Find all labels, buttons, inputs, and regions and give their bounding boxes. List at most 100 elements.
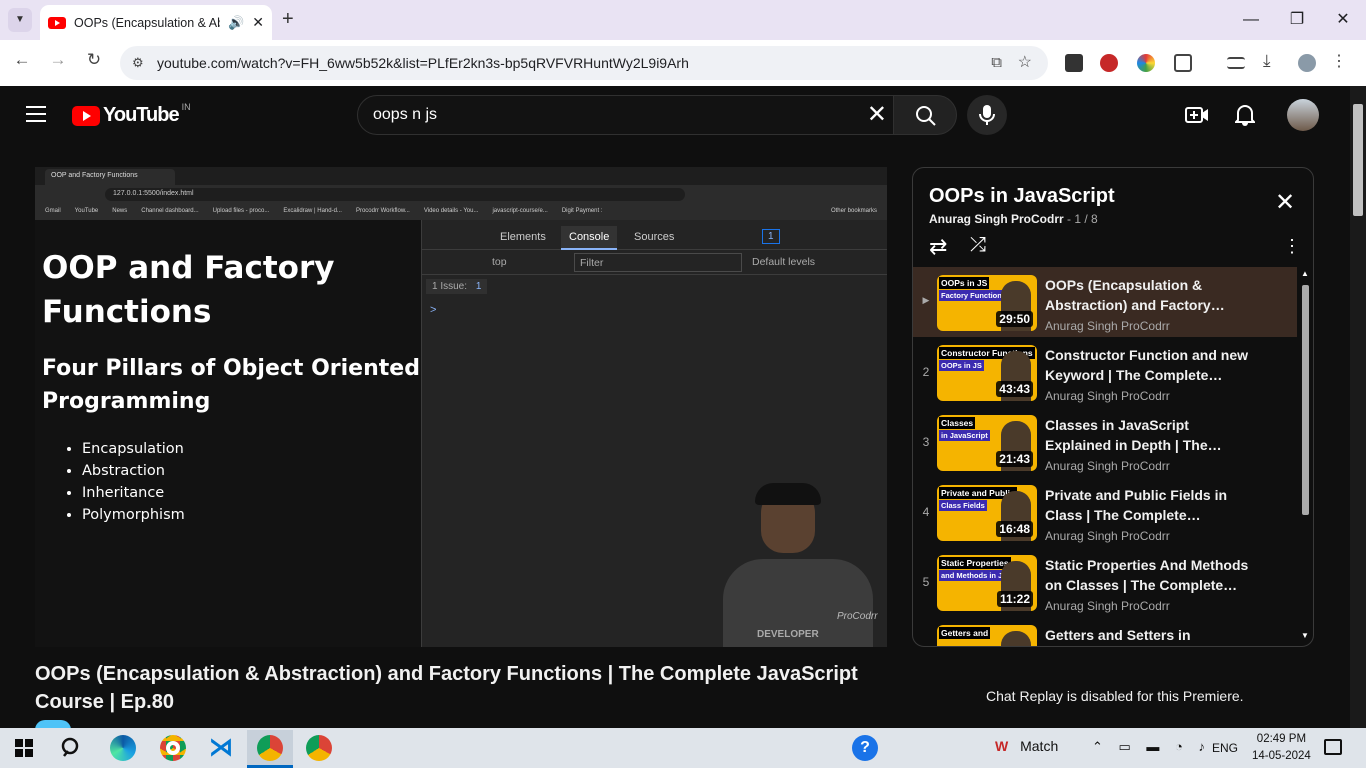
levels-select: Default levels [752, 256, 816, 268]
duration-badge: 11:22 [996, 591, 1033, 607]
new-tab-button[interactable]: + [282, 8, 294, 31]
chrome-profile-2-icon[interactable] [306, 735, 332, 761]
playlist-owner[interactable]: Anurag Singh ProCodrr [929, 212, 1064, 226]
site-info-icon[interactable]: ⚙ [132, 46, 144, 80]
voice-search-button[interactable] [967, 95, 1007, 135]
thumb-label: Classes [939, 417, 976, 429]
playlist-item-title: Classes in JavaScript Explained in Depth… [1045, 417, 1222, 453]
restore-button[interactable]: ❐ [1284, 8, 1310, 32]
forward-icon[interactable]: → [46, 50, 70, 70]
playlist-item-title: Static Properties And Methods on Classes… [1045, 557, 1249, 593]
extension-seo-icon[interactable] [1100, 54, 1118, 72]
playlist-thumbnail: OOPs in JS Factory Functions 29:50 [937, 275, 1037, 331]
taskbar-search-icon[interactable] [60, 736, 84, 760]
duration-badge: 16:48 [996, 521, 1033, 537]
help-icon[interactable]: ? [852, 735, 878, 761]
playlist-scrollbar[interactable]: ▲ ▼ [1297, 267, 1313, 645]
playlist-items: ▶ OOPs in JS Factory Functions 29:50 OOP… [913, 267, 1313, 646]
youtube-logo-text: YouTube [103, 104, 180, 126]
bookmark-star-icon[interactable]: ☆ [1018, 46, 1032, 80]
playlist-item-channel: Anurag Singh ProCodrr [1045, 529, 1170, 543]
playlist-item-5[interactable]: 5 Static Properties and Methods in JS 11… [913, 547, 1297, 617]
clear-search-icon[interactable]: ✕ [867, 96, 887, 134]
playlist-item-title: Getters and Setters in [1045, 627, 1191, 643]
media-control-icon[interactable] [1227, 57, 1245, 69]
shuffle-icon[interactable]: ⤮ [970, 234, 986, 257]
vscode-icon[interactable]: ⋊ [208, 735, 234, 761]
duration-badge: 29:50 [996, 311, 1033, 327]
bookmark: Other bookmarks [830, 208, 877, 214]
extensions-puzzle-icon[interactable] [1174, 54, 1192, 72]
thumb-sublabel: Class Fields [939, 500, 987, 511]
bookmark: Excalidraw | Hand-d... [283, 208, 342, 214]
browser-tab-active[interactable]: OOPs (Encapsulation & Abs 🔊 ✕ [40, 5, 272, 40]
devtools-tab-sources: Sources [634, 231, 675, 243]
install-icon[interactable]: ⧉ [991, 46, 1002, 80]
close-playlist-icon[interactable]: ✕ [1275, 188, 1295, 217]
video-title: OOPs (Encapsulation & Abstraction) and F… [35, 663, 858, 713]
playlist-item-title: Constructor Function and new Keyword | T… [1045, 347, 1248, 383]
youtube-logo[interactable]: YouTube IN [72, 102, 191, 127]
devtools-badge: 1 [762, 229, 780, 244]
playlist-item-3[interactable]: 3 Classes in JavaScript 21:43 Classes in… [913, 407, 1297, 477]
youtube-favicon-icon [48, 16, 66, 29]
close-window-button[interactable]: ✕ [1330, 8, 1356, 32]
inner-address-bar: 127.0.0.1:5500/index.html [35, 185, 887, 204]
devtools-tabs: Elements Console Sources 1 [422, 224, 887, 250]
thumb-sublabel: and Methods in JS [939, 570, 1010, 581]
search-input[interactable]: oops n js ✕ [357, 95, 894, 135]
playlist-menu-icon[interactable]: ⋮ [1283, 236, 1301, 257]
tab-search-button[interactable]: ▼ [8, 8, 32, 32]
loop-icon[interactable]: ⇄ [929, 234, 947, 260]
bookmark: Channel dashboard... [141, 208, 199, 214]
address-bar[interactable]: ⚙ youtube.com/watch?v=FH_6ww5b52k&list=P… [120, 46, 1048, 80]
tab-close-icon[interactable]: ✕ [252, 14, 264, 31]
speaker-icon[interactable]: 🔊 [228, 15, 244, 31]
playlist-item-4[interactable]: 4 Private and Public Class Fields 16:48 … [913, 477, 1297, 547]
devtools-tab-elements: Elements [500, 231, 546, 243]
playlist-index: 3 [922, 435, 930, 449]
playlist-thumbnail: Getters and [937, 625, 1037, 646]
account-avatar[interactable] [1287, 99, 1319, 131]
playlist-title[interactable]: OOPs in JavaScript [929, 185, 1115, 208]
video-player[interactable]: OOP and Factory Functions 127.0.0.1:5500… [35, 167, 887, 647]
clock[interactable]: 02:49 PM 14-05-2024 [1252, 731, 1311, 765]
presenter-face [1001, 631, 1031, 646]
bookmark: YouTube [74, 208, 99, 214]
create-video-icon[interactable] [1185, 106, 1209, 124]
youtube-play-icon [72, 105, 100, 126]
chrome-menu-icon[interactable]: ⋮ [1330, 51, 1348, 70]
context-select: top [492, 256, 507, 268]
reload-icon[interactable]: ↻ [82, 50, 106, 70]
playlist-item-1[interactable]: ▶ OOPs in JS Factory Functions 29:50 OOP… [913, 267, 1297, 337]
bookmark: Video details - You... [423, 208, 479, 214]
thumb-sublabel: Factory Functions [939, 290, 1009, 301]
issues-count: 1 [475, 281, 482, 292]
extension-m-icon[interactable] [1065, 54, 1083, 72]
profile-avatar[interactable] [1298, 54, 1316, 72]
edge-icon[interactable] [110, 735, 136, 761]
search-button[interactable] [893, 95, 957, 135]
presenter-shirt-text: DEVELOPER [757, 629, 819, 640]
bookmark: Digit Payment : [561, 208, 603, 214]
guide-menu-icon[interactable] [26, 106, 46, 122]
notifications-bell-icon[interactable] [1235, 104, 1255, 126]
playlist-item-2[interactable]: 2 Constructor Functions OOPs in JS 43:43… [913, 337, 1297, 407]
language-indicator[interactable]: ENG [1212, 741, 1238, 755]
back-icon[interactable]: ← [10, 50, 34, 70]
duration-badge: 21:43 [996, 451, 1033, 467]
notification-center-icon[interactable] [1324, 739, 1342, 755]
chrome-icon[interactable] [160, 735, 186, 761]
issues-bar: 1 Issue: 1 [426, 279, 488, 294]
playlist-thumbnail: Classes in JavaScript 21:43 [937, 415, 1037, 471]
minimize-button[interactable]: — [1238, 8, 1264, 32]
playlist-panel: OOPs in JavaScript Anurag Singh ProCodrr… [912, 167, 1314, 647]
download-icon[interactable]: ⤓ [1263, 51, 1281, 70]
playlist-item-6[interactable]: Getters and Getters and Setters in [913, 617, 1297, 646]
page-scrollbar[interactable] [1350, 86, 1366, 728]
windows-start-icon[interactable] [15, 739, 33, 757]
match-widget[interactable]: W Match [995, 738, 1058, 754]
tray-icons[interactable]: ⌃ ▭ ▬ ◔ ♪ [1092, 739, 1211, 755]
extension-color-icon[interactable] [1137, 54, 1155, 72]
url-text: youtube.com/watch?v=FH_6ww5b52k&list=PLf… [157, 55, 689, 71]
